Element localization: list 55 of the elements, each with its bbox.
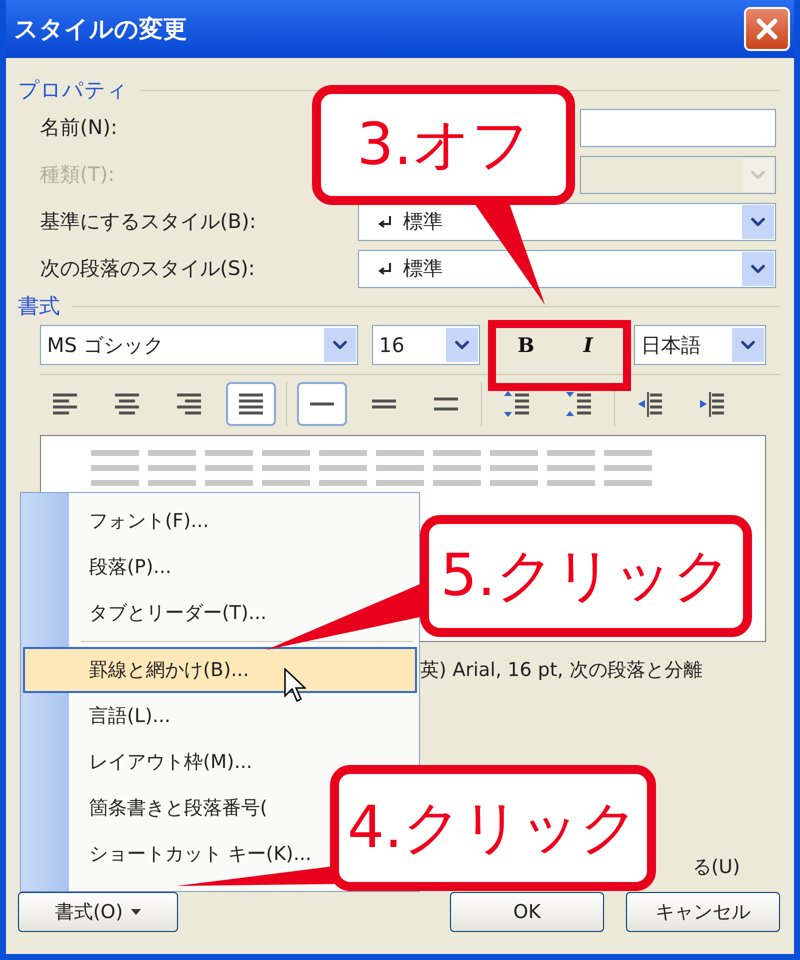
caret-icon [130,909,141,915]
select-value: MS ゴシック [46,332,164,358]
bold-button[interactable]: B [498,326,554,364]
language-select[interactable]: 日本語 [634,325,766,365]
size-select[interactable]: 16 [372,325,480,365]
dropdown-button[interactable] [742,204,774,238]
field-label: 種類(T): [40,161,116,188]
font-select[interactable]: MS ゴシック [40,325,358,365]
dropdown-button[interactable] [742,252,774,286]
callout-label: 4.クリック [330,765,656,891]
callout-label: 5.クリック [420,515,752,637]
paragraph-spacing-icon [503,389,531,419]
paragraph-spacing-icon [565,389,593,419]
ok-button[interactable]: OK [450,892,604,932]
line-spacing-icon [308,402,336,406]
line-spacing-icon [370,399,398,409]
field-label: 基準にするスタイル(B): [40,208,258,235]
return-icon [377,214,393,230]
format-menu-button[interactable]: 書式(O) [18,892,178,932]
field-label: 次の段落のスタイル(S): [40,255,256,282]
select-value: 標準 [359,208,741,235]
dropdown-button[interactable] [324,328,356,362]
menu-item[interactable]: フォント(F)... [23,498,417,544]
menu-item[interactable]: 段落(P)... [23,544,417,590]
align-center-icon [113,393,141,415]
style-description: 英) Arial, 16 pt, 次の段落と分離 [420,658,702,683]
cancel-button[interactable]: キャンセル [626,892,780,932]
select-value: 日本語 [640,332,702,358]
indent-icon [698,390,726,418]
close-button[interactable] [744,7,790,51]
justify-icon [237,393,265,415]
indent-icon [636,390,664,418]
dropdown-button[interactable] [446,328,478,362]
style-select[interactable]: 標準 [358,250,776,288]
checkbox-label: る(U) [692,855,740,880]
menu-item[interactable]: 言語(L)... [23,693,417,739]
field-label: 名前(N): [40,114,118,141]
return-icon [377,260,393,276]
window-title: スタイルの変更 [14,14,187,45]
select-value: 標準 [359,255,741,282]
toolbar-button[interactable] [297,382,347,426]
mouse-cursor-icon [284,668,306,704]
line-spacing-icon [432,397,460,411]
style-select[interactable]: 標準 [358,202,776,240]
menu-item[interactable]: 罫線と網かけ(B)... [23,647,417,693]
select-value: 16 [378,333,406,357]
section-heading: プロパティ [18,77,128,104]
section-heading: 書式 [18,293,60,320]
align-left-icon [51,393,79,415]
align-right-icon [175,393,203,415]
toolbar-button[interactable] [226,382,276,426]
name-field[interactable] [580,108,776,146]
callout-label: 3.オフ [312,85,575,205]
dropdown-button[interactable] [732,328,764,362]
italic-button[interactable]: I [560,326,616,364]
